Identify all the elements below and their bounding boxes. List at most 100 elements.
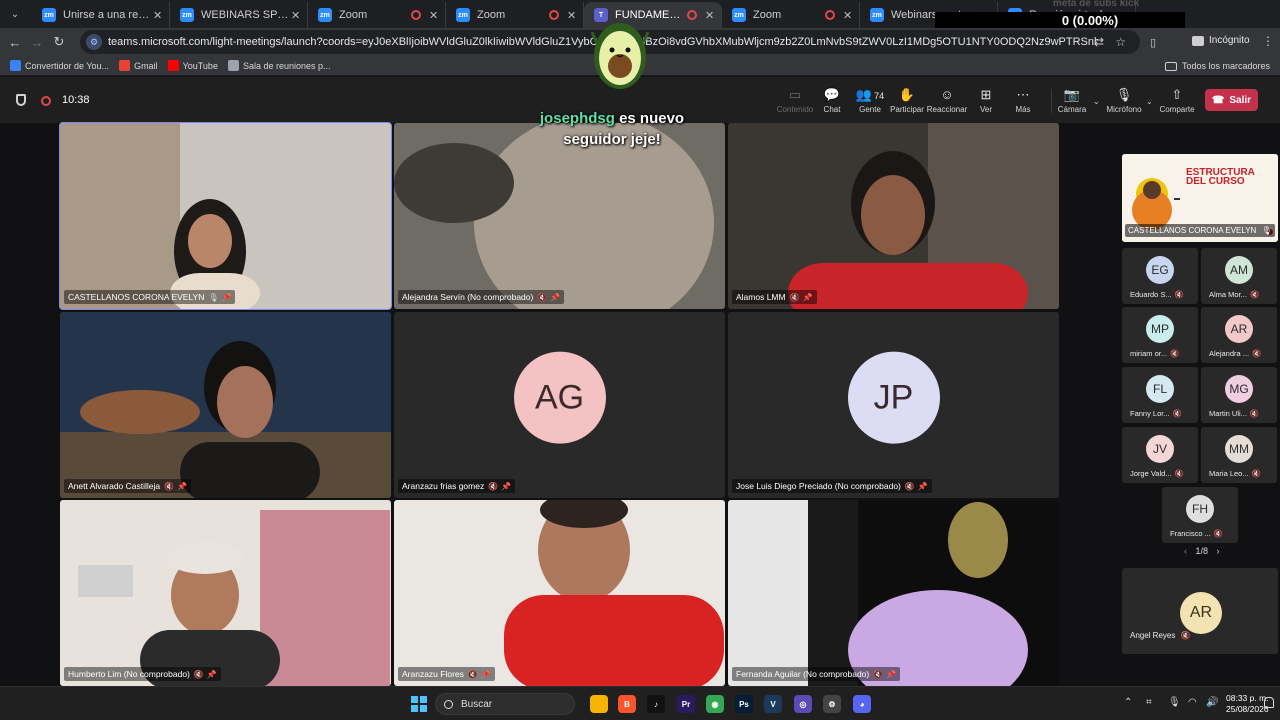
recording-indicator-icon bbox=[41, 96, 51, 106]
mini-participant-tile[interactable]: MP miriam or... 🔇 bbox=[1122, 307, 1198, 363]
participant-tile[interactable]: Fernanda Aguilar (No comprobado) 🔇 📌 bbox=[728, 500, 1059, 686]
participant-tile[interactable]: Alejandra Servín (No comprobado) 🔇 📌 bbox=[394, 123, 725, 309]
mic-off-icon: 🔇 bbox=[789, 292, 800, 302]
participant-name: Jose Luis Diego Preciado (No comprobado) bbox=[736, 481, 901, 491]
mini-participant-tile[interactable]: AR Alejandra ... 🔇 bbox=[1201, 307, 1277, 363]
camera-options-chevron-icon[interactable]: ⌄ bbox=[1093, 97, 1100, 106]
mini-participant-tile[interactable]: JV Jorge Vald... 🔇 bbox=[1122, 427, 1198, 483]
microphone-tray-icon[interactable]: 🎙 bbox=[1168, 697, 1181, 708]
network-icon[interactable]: ⌗ bbox=[1146, 697, 1152, 708]
system-clock[interactable]: 08:33 p. m. 25/08/2026 bbox=[1226, 693, 1269, 715]
close-icon[interactable]: ✕ bbox=[567, 9, 577, 22]
close-icon[interactable]: ✕ bbox=[705, 9, 715, 22]
close-icon[interactable]: ✕ bbox=[429, 9, 439, 22]
browser-tab[interactable]: zm Unirse a una reunión de Zoom✕ bbox=[32, 2, 170, 28]
pin-icon[interactable]: 📌 bbox=[918, 482, 928, 491]
mini-participant-tile[interactable]: MM Maria Leo... 🔇 bbox=[1201, 427, 1277, 483]
reload-icon[interactable]: ↻ bbox=[48, 34, 70, 50]
mic-options-chevron-icon[interactable]: ⌄ bbox=[1146, 97, 1153, 106]
obs-icon[interactable]: ◎ bbox=[794, 695, 812, 713]
browser-tab[interactable]: zm Zoom ✕ bbox=[722, 2, 860, 28]
avatar-initials: AM bbox=[1230, 263, 1248, 277]
bookmark-item[interactable]: YouTube bbox=[167, 60, 218, 71]
bookmark-star-icon[interactable]: ☆ bbox=[1115, 35, 1126, 49]
more-button[interactable]: ⋯ Más bbox=[1001, 87, 1045, 114]
browser-tab[interactable]: T FUNDAMENTOS DE M ✕ bbox=[584, 2, 722, 28]
pin-icon[interactable]: 📌 bbox=[481, 670, 491, 679]
pin-icon[interactable]: 📌 bbox=[803, 293, 813, 302]
site-info-icon[interactable]: ⚙ bbox=[86, 34, 102, 50]
tray-overflow-chevron-icon[interactable]: ⌃ bbox=[1124, 697, 1132, 708]
discord-icon[interactable]: ◕ bbox=[853, 695, 871, 713]
file-explorer-icon[interactable] bbox=[590, 695, 608, 713]
browser-tab[interactable]: zm Zoom ✕ bbox=[308, 2, 446, 28]
pin-icon[interactable]: 📌 bbox=[501, 482, 511, 491]
mini-participant-tile[interactable]: MG Martin Uli... 🔇 bbox=[1201, 367, 1277, 423]
taskbar-search[interactable]: Buscar bbox=[435, 693, 575, 715]
featured-participant-tile[interactable]: AR Angel Reyes 🔇 bbox=[1122, 568, 1278, 654]
tab-search-chevron-icon[interactable]: ⌄ bbox=[4, 3, 26, 25]
participant-name: Martin Uli... 🔇 bbox=[1209, 409, 1259, 418]
mic-button[interactable]: 🎙 Micrófono bbox=[1102, 87, 1146, 114]
close-icon[interactable]: ✕ bbox=[843, 9, 853, 22]
omnibox[interactable]: ⚙ teams.microsoft.com/light-meetings/lau… bbox=[80, 30, 1140, 54]
bookmark-item[interactable]: Sala de reuniones p... bbox=[227, 60, 331, 71]
share-button[interactable]: ⇧ Comparte bbox=[1155, 87, 1199, 114]
start-windows-icon[interactable] bbox=[411, 696, 427, 712]
pager-label: 1/8 bbox=[1195, 546, 1209, 556]
pin-icon[interactable]: 📌 bbox=[550, 293, 560, 302]
photoshop-icon[interactable]: Ps bbox=[735, 695, 753, 713]
participant-tile[interactable]: Alamos LMM 🔇 📌 bbox=[728, 123, 1059, 309]
browser-tab[interactable]: zm Zoom ✕ bbox=[446, 2, 584, 28]
premiere-icon[interactable]: Pr bbox=[677, 695, 695, 713]
translate-icon[interactable]: ⇄ bbox=[1094, 35, 1104, 49]
leave-button[interactable]: ☎ Salir bbox=[1205, 89, 1258, 111]
bookmark-item[interactable]: Gmail bbox=[119, 60, 158, 71]
close-icon[interactable]: ✕ bbox=[291, 9, 301, 22]
browser-tab[interactable]: zm WEBINARS SPO 2026✕ bbox=[170, 2, 308, 28]
tiktok-icon[interactable]: ♪ bbox=[647, 695, 665, 713]
mini-participant-tile[interactable]: FH Francisco ... 🔇 bbox=[1162, 487, 1238, 543]
participant-name-text: Eduardo S... bbox=[1130, 290, 1172, 299]
side-panel-icon[interactable]: ▯ bbox=[1150, 36, 1156, 49]
participant-tile[interactable]: Humberto Lim (No comprobado) 🔇 📌 bbox=[60, 500, 391, 686]
forward-arrow-icon[interactable]: → bbox=[26, 35, 48, 50]
participant-tile[interactable]: Aranzazu Flores 🔇 📌 bbox=[394, 500, 725, 686]
participant-tile[interactable]: AG Aranzazu frias gomez 🔇 📌 bbox=[394, 312, 725, 498]
browser-menu-icon[interactable]: ⋮ bbox=[1262, 34, 1274, 48]
incognito-indicator[interactable]: Incógnito bbox=[1192, 35, 1250, 46]
mini-participant-tile[interactable]: AM Alma Mor... 🔇 bbox=[1201, 248, 1277, 304]
mini-participant-tile[interactable]: EG Eduardo S... 🔇 bbox=[1122, 248, 1198, 304]
volume-icon[interactable]: 🔊 bbox=[1206, 697, 1218, 708]
camera-button[interactable]: 📷 Cámara bbox=[1050, 87, 1094, 114]
notification-bell-icon[interactable] bbox=[1264, 697, 1274, 708]
back-arrow-icon[interactable]: ← bbox=[4, 35, 26, 50]
shield-icon[interactable] bbox=[16, 94, 26, 106]
pin-icon[interactable]: 📌 bbox=[222, 293, 232, 302]
mic-off-icon: 🔇 bbox=[1249, 409, 1260, 418]
mic-off-icon: 🔇 bbox=[193, 669, 204, 679]
bookmark-item[interactable]: Convertidor de You... bbox=[10, 60, 109, 71]
wifi-icon[interactable]: ◠ bbox=[1188, 697, 1197, 708]
chrome-icon[interactable]: ◉ bbox=[706, 695, 724, 713]
pager-prev-icon[interactable]: ‹ bbox=[1184, 546, 1187, 556]
all-bookmarks-button[interactable]: Todos los marcadores bbox=[1164, 61, 1270, 71]
raise-hand-button[interactable]: ✋ Participar bbox=[885, 87, 929, 114]
url-text[interactable]: teams.microsoft.com/light-meetings/launc… bbox=[108, 36, 1098, 48]
pin-icon[interactable]: 📌 bbox=[207, 670, 217, 679]
screen-share-thumbnail[interactable]: ESTRUCTURA DEL CURSO CASTELLANOS CORONA … bbox=[1122, 154, 1278, 242]
pin-icon[interactable]: 📌 bbox=[886, 670, 896, 679]
participant-tile[interactable]: Anett Alvarado Castilleja 🔇 📌 bbox=[60, 312, 391, 498]
participant-tile[interactable]: CASTELLANOS CORONA EVELYN 🎙 📌 bbox=[59, 122, 392, 310]
bookmark-favicon-icon bbox=[227, 60, 239, 71]
avatar: JP bbox=[847, 351, 940, 444]
phone-link-icon[interactable]: ⚙ bbox=[823, 695, 841, 713]
close-icon[interactable]: ✕ bbox=[153, 9, 163, 22]
brave-icon[interactable]: B bbox=[618, 695, 636, 713]
pager-next-icon[interactable]: › bbox=[1217, 546, 1220, 556]
vegas-icon[interactable]: V bbox=[764, 695, 782, 713]
mini-participant-tile[interactable]: FL Fanny Lor... 🔇 bbox=[1122, 367, 1198, 423]
participant-tile[interactable]: JP Jose Luis Diego Preciado (No comprobad… bbox=[728, 312, 1059, 498]
pin-icon[interactable]: 📌 bbox=[177, 482, 187, 491]
react-button[interactable]: ☺ Reaccionar bbox=[925, 87, 969, 114]
